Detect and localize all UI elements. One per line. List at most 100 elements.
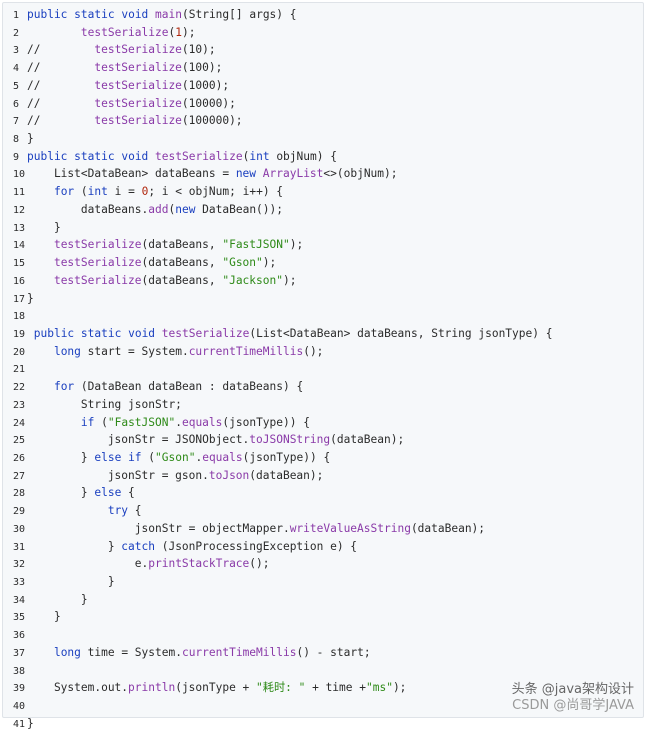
- code-line: 1 public static void main(String[] args) …: [3, 6, 297, 23]
- code-line: 41}: [3, 715, 34, 732]
- code-line: 17}: [3, 290, 34, 307]
- code-line: 27 jsonStr = gson.toJson(dataBean);: [3, 467, 323, 484]
- watermark: 头条 @java架构设计 CSDN @尚哥学JAVA: [512, 682, 634, 714]
- code-line: 40: [3, 697, 27, 714]
- code-line: 38: [3, 662, 27, 679]
- line-number: 31: [13, 541, 26, 553]
- line-code: } else {: [27, 486, 135, 500]
- line-code: dataBeans.add(new DataBean());: [27, 202, 283, 216]
- line-number: 6: [13, 98, 20, 110]
- line-code: jsonStr = JSONObject.toJSONString(dataBe…: [27, 433, 405, 447]
- code-line: 3 // testSerialize(10);: [3, 41, 216, 58]
- line-number: 9: [13, 151, 20, 163]
- line-number: 5: [13, 80, 20, 92]
- line-code: testSerialize(dataBeans, "Gson");: [53, 256, 277, 270]
- code-line: 20 long start = System.currentTimeMillis…: [3, 343, 323, 360]
- line-number: 16: [13, 275, 26, 287]
- watermark-line-2: CSDN @尚哥学JAVA: [512, 698, 634, 713]
- code-line: 21: [3, 360, 27, 377]
- line-number: 17: [13, 293, 26, 305]
- code-line: 36: [3, 626, 27, 643]
- line-number: 24: [13, 417, 26, 429]
- line-number: 14: [13, 240, 26, 252]
- line-number: 25: [13, 435, 26, 447]
- line-code: if ("FastJSON".equals(jsonType)) {: [80, 415, 310, 429]
- line-number: 38: [13, 665, 26, 677]
- code-line: 8}: [3, 130, 34, 147]
- line-number: 3: [13, 45, 20, 57]
- code-line: 19 public static void testSerialize(List…: [3, 325, 552, 342]
- line-code: public static void testSerialize(List<Da…: [33, 326, 553, 340]
- code-line: 39 System.out.println(jsonType + "耗时: " …: [3, 679, 406, 696]
- line-number: 8: [13, 134, 20, 146]
- line-number: 19: [13, 328, 26, 340]
- line-code: }: [27, 132, 34, 146]
- line-number: 41: [13, 718, 26, 730]
- line-code: }: [27, 610, 61, 624]
- line-number: 13: [13, 222, 26, 234]
- line-code: e.printStackTrace();: [27, 557, 270, 571]
- line-code: long time = System.currentTimeMillis() -…: [53, 645, 371, 659]
- line-number: 23: [13, 399, 26, 411]
- code-line: 4 // testSerialize(100);: [3, 59, 222, 76]
- code-line: 22 for (DataBean dataBean : dataBeans) {: [3, 378, 303, 395]
- line-code: jsonStr = gson.toJson(dataBean);: [27, 468, 324, 482]
- line-number: 29: [13, 506, 26, 518]
- code-line: 10 List<DataBean> dataBeans = new ArrayL…: [3, 165, 398, 182]
- code-line: 14 testSerialize(dataBeans, "FastJSON");: [3, 236, 303, 253]
- code-line: 13 }: [3, 219, 61, 236]
- code-line: 26 } else if ("Gson".equals(jsonType)) {: [3, 449, 330, 466]
- code-line: 12 dataBeans.add(new DataBean());: [3, 201, 283, 218]
- line-code: }: [27, 220, 61, 234]
- line-code: long start = System.currentTimeMillis();: [53, 344, 324, 358]
- line-number: 34: [13, 594, 26, 606]
- line-code: System.out.println(jsonType + "耗时: " + t…: [27, 681, 407, 695]
- line-code: }: [27, 716, 34, 730]
- line-number: 11: [13, 187, 26, 199]
- line-number: 37: [13, 647, 26, 659]
- code-line: 5 // testSerialize(1000);: [3, 77, 229, 94]
- line-code: String jsonStr;: [27, 397, 182, 411]
- code-line: 30 jsonStr = objectMapper.writeValueAsSt…: [3, 520, 485, 537]
- code-line: 7 // testSerialize(100000);: [3, 112, 243, 129]
- line-code: testSerialize(dataBeans, "Jackson");: [53, 273, 297, 287]
- line-code: }: [27, 592, 88, 606]
- line-code: }: [27, 291, 34, 305]
- code-line: 6 // testSerialize(10000);: [3, 95, 236, 112]
- line-number: 1: [13, 10, 20, 21]
- line-number: 32: [13, 559, 26, 571]
- line-code: testSerialize(1);: [80, 25, 196, 39]
- code-line: 15 testSerialize(dataBeans, "Gson");: [3, 254, 276, 271]
- code-line: 16 testSerialize(dataBeans, "Jackson");: [3, 272, 296, 289]
- code-line: 28 } else {: [3, 484, 135, 501]
- code-line: 35 }: [3, 608, 61, 625]
- line-number: 18: [13, 311, 26, 323]
- line-code: testSerialize(dataBeans, "FastJSON");: [53, 238, 304, 252]
- code-line: 9 public static void testSerialize(int ob…: [3, 148, 337, 165]
- line-number: 4: [13, 63, 20, 75]
- line-code: public static void main(String[] args) {: [27, 8, 297, 21]
- line-number: 22: [13, 382, 26, 394]
- line-code: // testSerialize(10);: [27, 43, 216, 57]
- line-number: 35: [13, 612, 26, 624]
- code-line: 34 }: [3, 591, 88, 608]
- code-line: 24 if ("FastJSON".equals(jsonType)) {: [3, 414, 310, 431]
- line-code: for (DataBean dataBean : dataBeans) {: [53, 380, 304, 394]
- code-line: 25 jsonStr = JSONObject.toJSONString(dat…: [3, 431, 404, 448]
- code-block: 1 public static void main(String[] args) …: [2, 2, 644, 730]
- code-line: 31 } catch (JsonProcessingException e) {: [3, 538, 357, 555]
- line-code: } catch (JsonProcessingException e) {: [27, 539, 358, 553]
- code-line: 11 for (int i = 0; i < objNum; i++) {: [3, 183, 283, 200]
- line-number: 2: [13, 27, 20, 39]
- code-line: 2 testSerialize(1);: [3, 24, 195, 41]
- line-code: List<DataBean> dataBeans = new ArrayList…: [27, 167, 398, 181]
- line-number: 26: [13, 453, 26, 464]
- line-code: for (int i = 0; i < objNum; i++) {: [53, 185, 284, 199]
- line-code: } else if ("Gson".equals(jsonType)) {: [27, 451, 331, 464]
- code-line: 32 e.printStackTrace();: [3, 555, 270, 572]
- line-code: }: [27, 575, 115, 589]
- code-line: 23 String jsonStr;: [3, 396, 182, 413]
- line-number: 15: [13, 258, 26, 270]
- line-number: 12: [13, 204, 26, 216]
- line-code: try {: [107, 504, 142, 518]
